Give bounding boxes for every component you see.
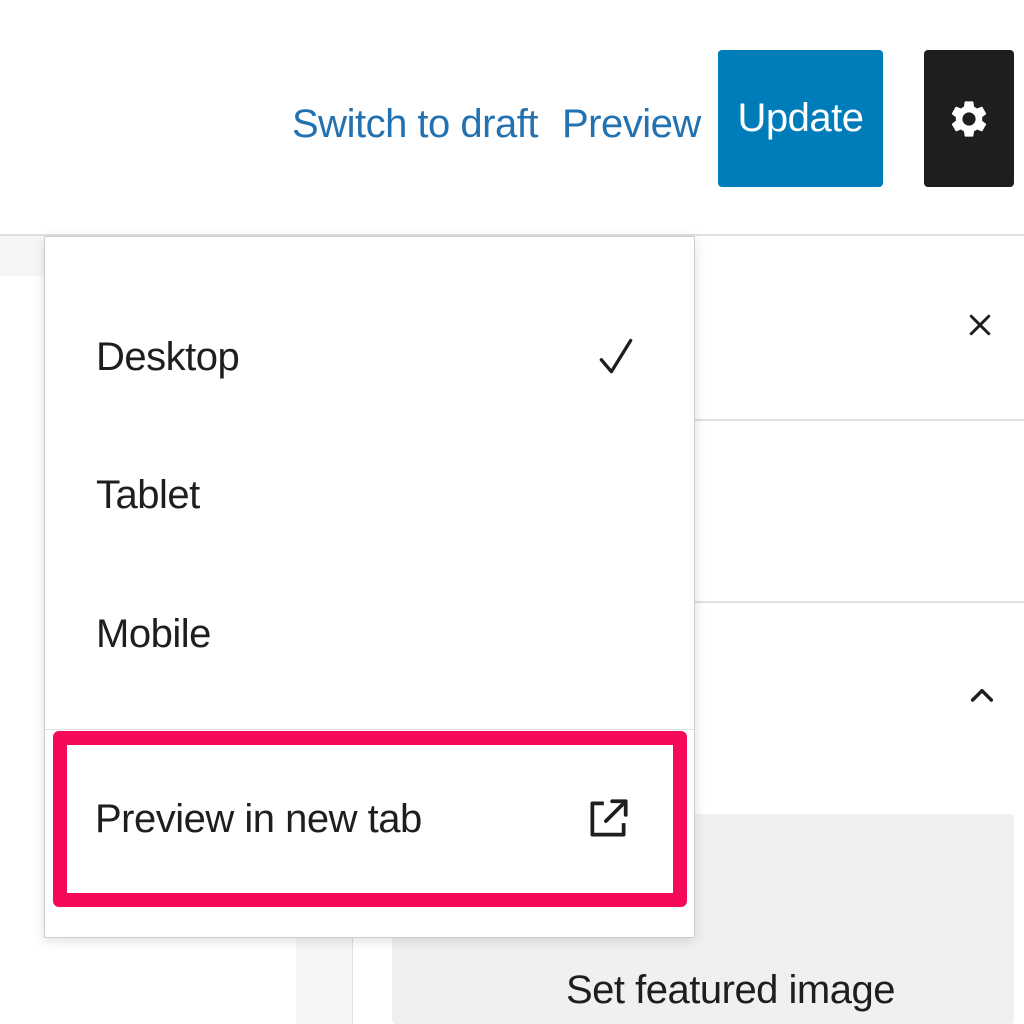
settings-button[interactable] — [924, 50, 1014, 187]
menu-item-label: Tablet — [96, 472, 200, 517]
update-button-label: Update — [737, 96, 864, 140]
editor-header: Switch to draft Preview Update — [0, 0, 1024, 236]
menu-item-preview-new-tab[interactable]: Preview in new tab — [53, 731, 687, 907]
menu-item-label: Preview in new tab — [95, 796, 422, 841]
preview-button[interactable]: Preview — [562, 96, 701, 152]
featured-image-label: Set featured image — [566, 968, 896, 1012]
close-icon — [969, 314, 991, 336]
menu-item-desktop[interactable]: Desktop — [45, 307, 694, 407]
close-sidebar-button[interactable] — [960, 305, 1000, 345]
checkmark-icon — [594, 335, 638, 379]
preview-dropdown-menu: Desktop Tablet Mobile Preview in new tab — [44, 236, 695, 938]
menu-item-mobile[interactable]: Mobile — [45, 584, 694, 684]
chevron-up-icon — [970, 688, 994, 702]
collapse-panel-button[interactable] — [962, 676, 1002, 716]
menu-item-tablet[interactable]: Tablet — [45, 445, 694, 545]
editor-canvas-edge — [0, 236, 44, 276]
update-button[interactable]: Update — [718, 50, 883, 187]
gear-icon — [951, 100, 987, 137]
external-link-icon — [583, 794, 633, 844]
switch-to-draft-button[interactable]: Switch to draft — [292, 96, 538, 152]
menu-separator — [45, 729, 694, 730]
menu-item-label: Mobile — [96, 611, 211, 656]
menu-item-label: Desktop — [96, 334, 240, 379]
